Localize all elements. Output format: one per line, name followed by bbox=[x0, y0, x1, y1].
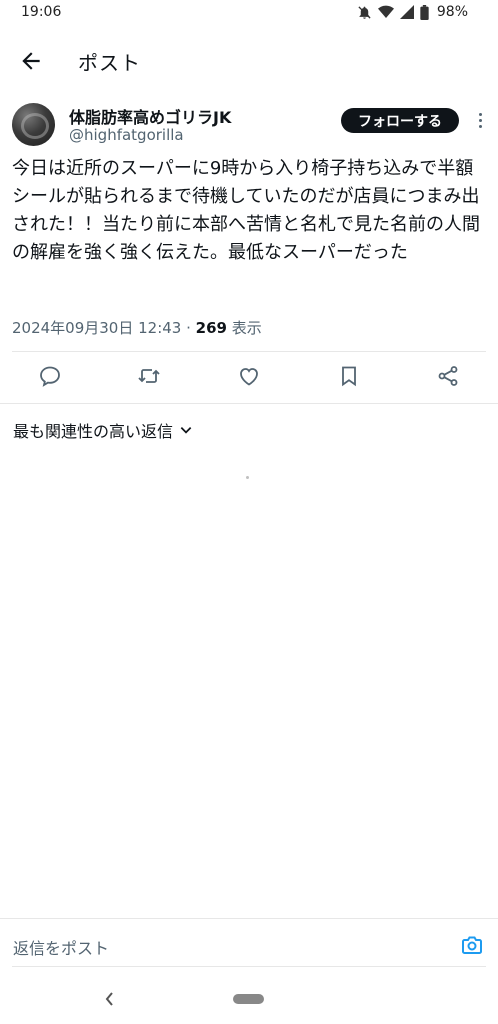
signal-icon bbox=[399, 5, 414, 19]
share-icon[interactable] bbox=[436, 364, 460, 388]
page-title: ポスト bbox=[78, 51, 141, 75]
like-icon[interactable] bbox=[237, 364, 261, 388]
divider bbox=[12, 351, 486, 352]
reply-sort-dropdown[interactable]: 最も関連性の高い返信 bbox=[13, 418, 193, 442]
bell-off-icon bbox=[358, 5, 371, 19]
author-display-name[interactable]: 体脂肪率高めゴリラJK bbox=[69, 104, 231, 128]
post-meta: 2024年09月30日 12:43 · 269 表示 bbox=[12, 317, 262, 338]
back-arrow-icon[interactable] bbox=[18, 48, 44, 74]
meta-separator: · bbox=[181, 319, 196, 337]
battery-icon bbox=[420, 4, 429, 20]
nav-home-pill[interactable] bbox=[233, 994, 264, 1004]
nav-back-icon[interactable] bbox=[103, 988, 115, 1010]
views-count: 269 bbox=[195, 319, 227, 337]
reply-input[interactable]: 返信をポスト bbox=[13, 935, 109, 959]
divider bbox=[12, 966, 486, 967]
views-label: 表示 bbox=[226, 319, 262, 337]
author-row: 体脂肪率高めゴリラJK @highfatgorilla フォローする bbox=[12, 100, 486, 150]
reply-composer: 返信をポスト bbox=[0, 918, 498, 970]
author-handle[interactable]: @highfatgorilla bbox=[69, 126, 184, 144]
camera-icon[interactable] bbox=[460, 933, 484, 957]
top-bar: ポスト bbox=[0, 40, 498, 84]
divider bbox=[0, 918, 498, 919]
repost-icon[interactable] bbox=[137, 364, 161, 388]
status-bar: 19:06 98% bbox=[0, 0, 498, 26]
chevron-down-icon bbox=[180, 427, 192, 434]
battery-percent: 98% bbox=[436, 4, 468, 20]
more-options-icon[interactable] bbox=[474, 110, 486, 132]
post-text: 今日は近所のスーパーに9時から入り椅子持ち込みで半額シールが貼られるまで待機して… bbox=[12, 158, 480, 263]
status-time: 19:06 bbox=[21, 4, 62, 20]
loading-indicator bbox=[246, 476, 249, 479]
wifi-icon bbox=[377, 5, 394, 19]
divider bbox=[0, 403, 498, 404]
system-nav-bar bbox=[0, 984, 498, 1024]
avatar[interactable] bbox=[12, 103, 55, 146]
post-actions bbox=[0, 362, 498, 392]
follow-button[interactable]: フォローする bbox=[341, 108, 459, 133]
post-datetime[interactable]: 2024年09月30日 12:43 bbox=[12, 319, 181, 337]
bookmark-icon[interactable] bbox=[337, 364, 361, 388]
reply-icon[interactable] bbox=[38, 364, 62, 388]
reply-sort-label: 最も関連性の高い返信 bbox=[13, 422, 174, 441]
status-icons: 98% bbox=[357, 4, 468, 20]
